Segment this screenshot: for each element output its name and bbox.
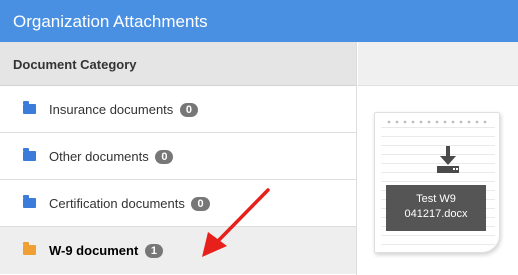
category-label: W-9 document [49,243,139,258]
category-item-w9[interactable]: W-9 document 1 [0,227,356,274]
attachment-card[interactable] [374,112,500,253]
attachment-filename[interactable]: Test W9 041217.docx [386,185,486,231]
category-label: Certification documents [49,196,185,211]
panel-title: Organization Attachments [0,0,518,42]
filename-line-2: 041217.docx [404,208,468,220]
category-item-insurance[interactable]: Insurance documents 0 [0,86,356,133]
folder-open-icon [23,242,36,255]
category-list: Document Category Insurance documents 0 … [0,42,357,275]
category-header: Document Category [0,42,356,86]
folder-icon [23,101,36,114]
filename-line-1: Test W9 [416,193,456,205]
count-badge: 0 [155,150,174,164]
download-icon[interactable] [436,146,460,174]
notepad-rings [385,120,489,124]
count-badge: 0 [191,197,210,211]
attachments-header [358,42,518,86]
category-label: Insurance documents [49,102,174,117]
count-badge: 1 [144,244,164,258]
count-badge: 0 [179,103,199,117]
category-item-certification[interactable]: Certification documents 0 [0,180,356,227]
category-item-other[interactable]: Other documents 0 [0,133,356,180]
folder-icon [23,195,36,208]
folder-icon [23,148,36,161]
category-label: Other documents [49,149,149,164]
